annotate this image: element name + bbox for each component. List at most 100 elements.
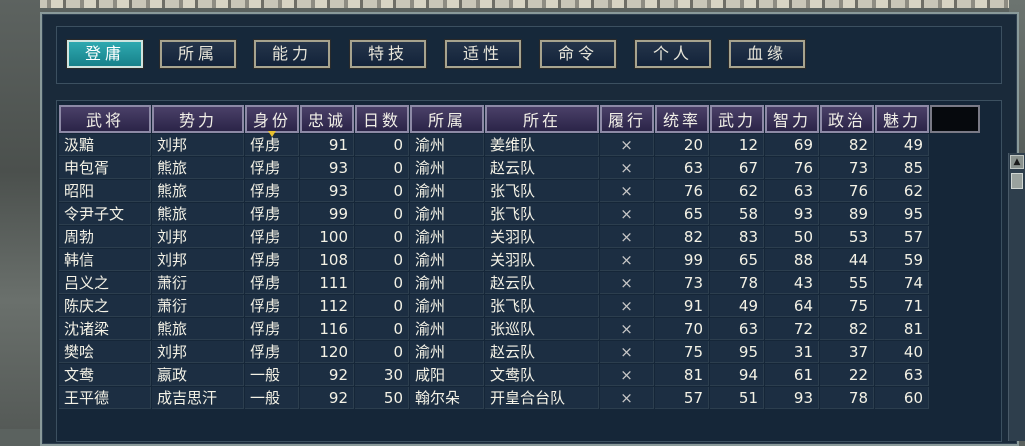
column-header-9[interactable]: 武力 bbox=[710, 105, 764, 133]
cell-忠诚: 91 bbox=[300, 134, 354, 156]
table-row[interactable]: 昭阳 熊旅 俘虏 93 0 渝州 张飞队 × 76 62 63 76 62 bbox=[59, 180, 980, 202]
cell-政治: 89 bbox=[820, 203, 874, 225]
cell-魅力: 63 bbox=[875, 364, 929, 386]
tab-4[interactable]: 适性 bbox=[444, 39, 522, 69]
tab-7[interactable]: 血缘 bbox=[728, 39, 806, 69]
cell-所属: 渝州 bbox=[410, 157, 484, 179]
cell-智力: 31 bbox=[765, 341, 819, 363]
column-header-12[interactable]: 魅力 bbox=[875, 105, 929, 133]
cell-势力: 熊旅 bbox=[152, 318, 244, 340]
scroll-up-arrow-icon[interactable]: ▲ bbox=[1010, 155, 1024, 169]
cell-武力: 62 bbox=[710, 180, 764, 202]
cell-所在: 张巡队 bbox=[485, 318, 599, 340]
cell-魅力: 57 bbox=[875, 226, 929, 248]
cell-所属: 渝州 bbox=[410, 272, 484, 294]
cell-武力: 58 bbox=[710, 203, 764, 225]
cell-魅力: 62 bbox=[875, 180, 929, 202]
cell-魅力: 71 bbox=[875, 295, 929, 317]
tab-5[interactable]: 命令 bbox=[539, 39, 617, 69]
column-header-label: 武将 bbox=[85, 111, 124, 130]
tab-2[interactable]: 能力 bbox=[253, 39, 331, 69]
cell-日数: 0 bbox=[355, 249, 409, 271]
column-header-5[interactable]: 所属 bbox=[410, 105, 484, 133]
table-row[interactable]: 申包胥 熊旅 俘虏 93 0 渝州 赵云队 × 63 67 76 73 85 bbox=[59, 157, 980, 179]
column-header-6[interactable]: 所在 bbox=[485, 105, 599, 133]
column-header-label: 统率 bbox=[662, 111, 701, 130]
table-body: 汲黯 刘邦 俘虏 91 0 渝州 姜维队 × 20 12 69 82 49 申包胥 熊旅 俘虏 93 0 渝州 赵云队… bbox=[59, 134, 980, 409]
cell-忠诚: 116 bbox=[300, 318, 354, 340]
table-row[interactable]: 沈诸梁 熊旅 俘虏 116 0 渝州 张巡队 × 70 63 72 82 81 bbox=[59, 318, 980, 340]
cell-武将: 吕义之 bbox=[59, 272, 151, 294]
cell-忠诚: 92 bbox=[300, 387, 354, 409]
column-header-8[interactable]: 统率 bbox=[655, 105, 709, 133]
cell-武力: 78 bbox=[710, 272, 764, 294]
background-left-texture bbox=[0, 0, 40, 429]
tab-6[interactable]: 个人 bbox=[634, 39, 712, 69]
column-header-10[interactable]: 智力 bbox=[765, 105, 819, 133]
cell-武力: 51 bbox=[710, 387, 764, 409]
column-header-0[interactable]: 武将 bbox=[59, 105, 151, 133]
cell-所在: 赵云队 bbox=[485, 341, 599, 363]
cell-智力: 88 bbox=[765, 249, 819, 271]
cell-统率: 82 bbox=[655, 226, 709, 248]
column-header-1[interactable]: 势力 bbox=[152, 105, 244, 133]
cell-日数: 0 bbox=[355, 157, 409, 179]
cell-魅力: 74 bbox=[875, 272, 929, 294]
tab-3[interactable]: 特技 bbox=[349, 39, 427, 69]
cell-势力: 刘邦 bbox=[152, 226, 244, 248]
cell-忠诚: 100 bbox=[300, 226, 354, 248]
cell-统率: 65 bbox=[655, 203, 709, 225]
table-row[interactable]: 王平德 成吉思汗 一般 92 50 翰尔朵 开皇合台队 × 57 51 93 78 60 bbox=[59, 387, 980, 409]
table-row[interactable]: 吕义之 萧衍 俘虏 111 0 渝州 赵云队 × 73 78 43 55 74 bbox=[59, 272, 980, 294]
cell-统率: 70 bbox=[655, 318, 709, 340]
column-header-4[interactable]: 日数 bbox=[355, 105, 409, 133]
cell-政治: 73 bbox=[820, 157, 874, 179]
header-blank-cell bbox=[930, 105, 980, 133]
tab-0[interactable]: 登庸 bbox=[66, 39, 144, 69]
cell-忠诚: 93 bbox=[300, 180, 354, 202]
scroll-thumb[interactable] bbox=[1011, 173, 1023, 189]
cell-所在: 张飞队 bbox=[485, 295, 599, 317]
table-row[interactable]: 汲黯 刘邦 俘虏 91 0 渝州 姜维队 × 20 12 69 82 49 bbox=[59, 134, 980, 156]
tab-1[interactable]: 所属 bbox=[159, 39, 237, 69]
cell-履行: × bbox=[600, 249, 654, 271]
cell-武力: 65 bbox=[710, 249, 764, 271]
cell-所在: 张飞队 bbox=[485, 180, 599, 202]
cell-日数: 0 bbox=[355, 295, 409, 317]
table-row[interactable]: 令尹子文 熊旅 俘虏 99 0 渝州 张飞队 × 65 58 93 89 95 bbox=[59, 203, 980, 225]
cell-智力: 61 bbox=[765, 364, 819, 386]
table-row[interactable]: 樊哙 刘邦 俘虏 120 0 渝州 赵云队 × 75 95 31 37 40 bbox=[59, 341, 980, 363]
cell-身份: 俘虏 bbox=[245, 318, 299, 340]
table-row[interactable]: 周勃 刘邦 俘虏 100 0 渝州 关羽队 × 82 83 50 53 57 bbox=[59, 226, 980, 248]
cell-魅力: 60 bbox=[875, 387, 929, 409]
cell-智力: 93 bbox=[765, 387, 819, 409]
cell-履行: × bbox=[600, 180, 654, 202]
cell-势力: 萧衍 bbox=[152, 272, 244, 294]
column-header-label: 所属 bbox=[427, 111, 466, 130]
cell-履行: × bbox=[600, 134, 654, 156]
vertical-scrollbar[interactable]: ▲ bbox=[1008, 153, 1025, 441]
cell-统率: 63 bbox=[655, 157, 709, 179]
table-row[interactable]: 韩信 刘邦 俘虏 108 0 渝州 关羽队 × 99 65 88 44 59 bbox=[59, 249, 980, 271]
cell-势力: 熊旅 bbox=[152, 203, 244, 225]
cell-统率: 81 bbox=[655, 364, 709, 386]
cell-忠诚: 112 bbox=[300, 295, 354, 317]
column-header-11[interactable]: 政治 bbox=[820, 105, 874, 133]
table-row[interactable]: 文鸯 嬴政 一般 92 30 咸阳 文鸯队 × 81 94 61 22 63 bbox=[59, 364, 980, 386]
cell-日数: 0 bbox=[355, 203, 409, 225]
cell-所在: 关羽队 bbox=[485, 249, 599, 271]
tab-bar: 登庸 所属 能力 特技 适性 命令 个人 血缘 bbox=[56, 26, 1002, 84]
cell-统率: 20 bbox=[655, 134, 709, 156]
cell-政治: 55 bbox=[820, 272, 874, 294]
cell-身份: 俘虏 bbox=[245, 341, 299, 363]
column-header-3[interactable]: 忠诚 bbox=[300, 105, 354, 133]
column-header-label: 履行 bbox=[607, 111, 646, 130]
cell-智力: 50 bbox=[765, 226, 819, 248]
column-header-2[interactable]: 身份 bbox=[245, 105, 299, 137]
column-header-7[interactable]: 履行 bbox=[600, 105, 654, 133]
table-row[interactable]: 陈庆之 萧衍 俘虏 112 0 渝州 张飞队 × 91 49 64 75 71 bbox=[59, 295, 980, 317]
cell-魅力: 59 bbox=[875, 249, 929, 271]
cell-智力: 64 bbox=[765, 295, 819, 317]
cell-势力: 萧衍 bbox=[152, 295, 244, 317]
cell-身份: 俘虏 bbox=[245, 226, 299, 248]
